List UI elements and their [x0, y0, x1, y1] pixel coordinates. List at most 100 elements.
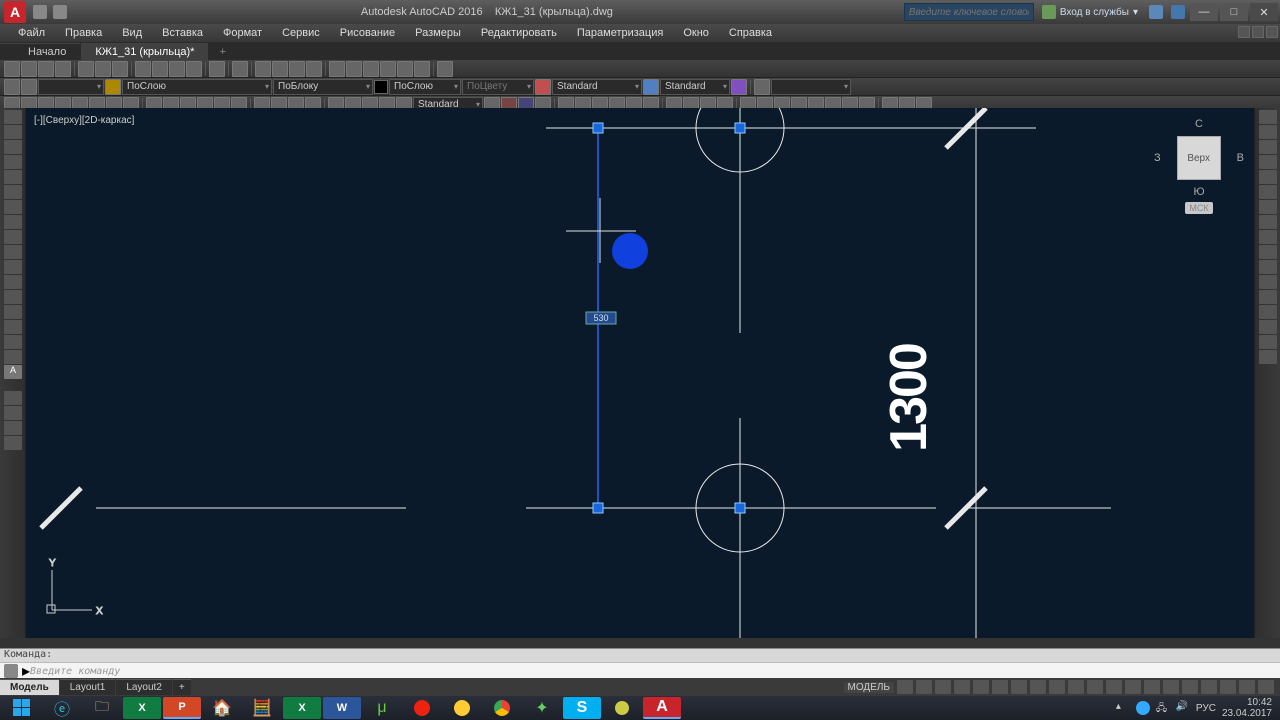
rt-9-icon[interactable]	[1259, 230, 1277, 244]
sb-ws-icon[interactable]	[1144, 680, 1160, 694]
tab-layout1[interactable]: Layout1	[60, 679, 116, 695]
tray-action-icon[interactable]	[1136, 701, 1150, 715]
match-icon[interactable]	[186, 61, 202, 77]
lt-xline-icon[interactable]	[4, 125, 22, 139]
rt-12-icon[interactable]	[1259, 275, 1277, 289]
menu-edit[interactable]: Правка	[55, 27, 112, 39]
lt-grad-icon[interactable]	[4, 320, 22, 334]
tray-net-icon[interactable]: 🖧	[1156, 701, 1170, 715]
dimstyle-combo[interactable]: Standard	[660, 79, 730, 95]
lt-pline-icon[interactable]	[4, 140, 22, 154]
sb-otrack-icon[interactable]	[1011, 680, 1027, 694]
paste-icon[interactable]	[169, 61, 185, 77]
calc-icon[interactable]	[414, 61, 430, 77]
tscolor-icon[interactable]	[535, 79, 551, 95]
mdi-close-icon[interactable]	[1266, 26, 1278, 38]
viewcube-east[interactable]: В	[1237, 152, 1244, 164]
zoom-icon[interactable]	[272, 61, 288, 77]
rt-3-icon[interactable]	[1259, 140, 1277, 154]
rt-5-icon[interactable]	[1259, 170, 1277, 184]
undo-icon[interactable]	[209, 61, 225, 77]
sb-clean-icon[interactable]	[1239, 680, 1255, 694]
cut-icon[interactable]	[135, 61, 151, 77]
word-icon[interactable]: W	[323, 697, 361, 719]
sb-ann2-icon[interactable]	[1163, 680, 1179, 694]
lt-block-icon[interactable]	[4, 275, 22, 289]
copy-icon[interactable]	[152, 61, 168, 77]
sb-osnap-icon[interactable]	[973, 680, 989, 694]
close-button[interactable]: ✕	[1250, 3, 1278, 21]
mleader-icon[interactable]	[754, 79, 770, 95]
dimcolor-icon[interactable]	[643, 79, 659, 95]
sb-lwt-icon[interactable]	[1049, 680, 1065, 694]
sb-units-icon[interactable]	[1182, 680, 1198, 694]
open-icon[interactable]	[21, 61, 37, 77]
viewcube-north[interactable]: С	[1154, 118, 1244, 130]
tab-model[interactable]: Модель	[0, 679, 59, 695]
rt-14-icon[interactable]	[1259, 305, 1277, 319]
start-tab[interactable]: Начало	[0, 43, 80, 60]
sb-hw-icon[interactable]	[1220, 680, 1236, 694]
add-layout-button[interactable]: +	[173, 679, 191, 695]
app-icon[interactable]: A	[4, 1, 26, 23]
props-icon[interactable]	[329, 61, 345, 77]
menu-draw[interactable]: Рисование	[330, 27, 405, 39]
plotstyle-combo[interactable]: ПоЦвету	[462, 79, 534, 95]
model-button[interactable]: МОДЕЛЬ	[844, 682, 894, 693]
sb-3dosnap-icon[interactable]	[992, 680, 1008, 694]
app1-icon[interactable]: ✦	[523, 697, 561, 719]
tray-up-icon[interactable]: ▴	[1116, 701, 1130, 715]
lt-hatch-icon[interactable]	[4, 305, 22, 319]
tab-layout2[interactable]: Layout2	[116, 679, 172, 695]
lt-line-icon[interactable]	[4, 110, 22, 124]
lt-poly-icon[interactable]	[4, 155, 22, 169]
new-tab-button[interactable]: +	[209, 44, 235, 60]
menu-file[interactable]: Файл	[8, 27, 55, 39]
menu-format[interactable]: Формат	[213, 27, 272, 39]
redo-icon[interactable]	[232, 61, 248, 77]
rt-16-icon[interactable]	[1259, 335, 1277, 349]
rt-7-icon[interactable]	[1259, 200, 1277, 214]
exchange-icon[interactable]	[1149, 5, 1163, 19]
saveas-icon[interactable]	[55, 61, 71, 77]
sb-qp-icon[interactable]	[1087, 680, 1103, 694]
lt-spline-icon[interactable]	[4, 230, 22, 244]
command-line[interactable]: ▸ Введите команду	[0, 663, 1280, 679]
new-icon[interactable]	[4, 61, 20, 77]
lt-ellipse-icon[interactable]	[4, 245, 22, 259]
mark-icon[interactable]	[397, 61, 413, 77]
tray-vol-icon[interactable]: 🔊	[1176, 701, 1190, 715]
tpal-icon[interactable]	[363, 61, 379, 77]
lt-arc-icon[interactable]	[4, 185, 22, 199]
tbls-icon[interactable]	[731, 79, 747, 95]
opera-icon[interactable]	[403, 697, 441, 719]
document-tab-active[interactable]: КЖ1_31 (крыльца)*	[81, 43, 208, 60]
rt-6-icon[interactable]	[1259, 185, 1277, 199]
explorer-icon[interactable]: 🗀	[83, 697, 121, 719]
zoomw-icon[interactable]	[289, 61, 305, 77]
utorrent-icon[interactable]: μ	[363, 697, 401, 719]
start-button[interactable]	[3, 697, 41, 719]
rt-4-icon[interactable]	[1259, 155, 1277, 169]
menu-tools[interactable]: Сервис	[272, 27, 330, 39]
menu-dimension[interactable]: Размеры	[405, 27, 471, 39]
autocad-taskbar-icon[interactable]: A	[643, 697, 681, 719]
sb-snap-icon[interactable]	[916, 680, 932, 694]
minimize-button[interactable]: —	[1190, 3, 1218, 21]
rt-1-icon[interactable]	[1259, 110, 1277, 124]
wcs-button[interactable]: МСК	[1185, 202, 1212, 214]
menu-help[interactable]: Справка	[719, 27, 782, 39]
sb-polar-icon[interactable]	[954, 680, 970, 694]
sb-anno-icon[interactable]	[1125, 680, 1141, 694]
textstyle-combo[interactable]: Standard	[552, 79, 642, 95]
menu-modify[interactable]: Редактировать	[471, 27, 567, 39]
rt-17-icon[interactable]	[1259, 350, 1277, 364]
lt-table-icon[interactable]	[4, 350, 22, 364]
menu-insert[interactable]: Вставка	[152, 27, 213, 39]
rt-10-icon[interactable]	[1259, 245, 1277, 259]
search-input[interactable]	[904, 3, 1034, 21]
qat-open-icon[interactable]	[33, 5, 47, 19]
lt-rect-icon[interactable]	[4, 170, 22, 184]
sb-ortho-icon[interactable]	[935, 680, 951, 694]
sb-grid-icon[interactable]	[897, 680, 913, 694]
